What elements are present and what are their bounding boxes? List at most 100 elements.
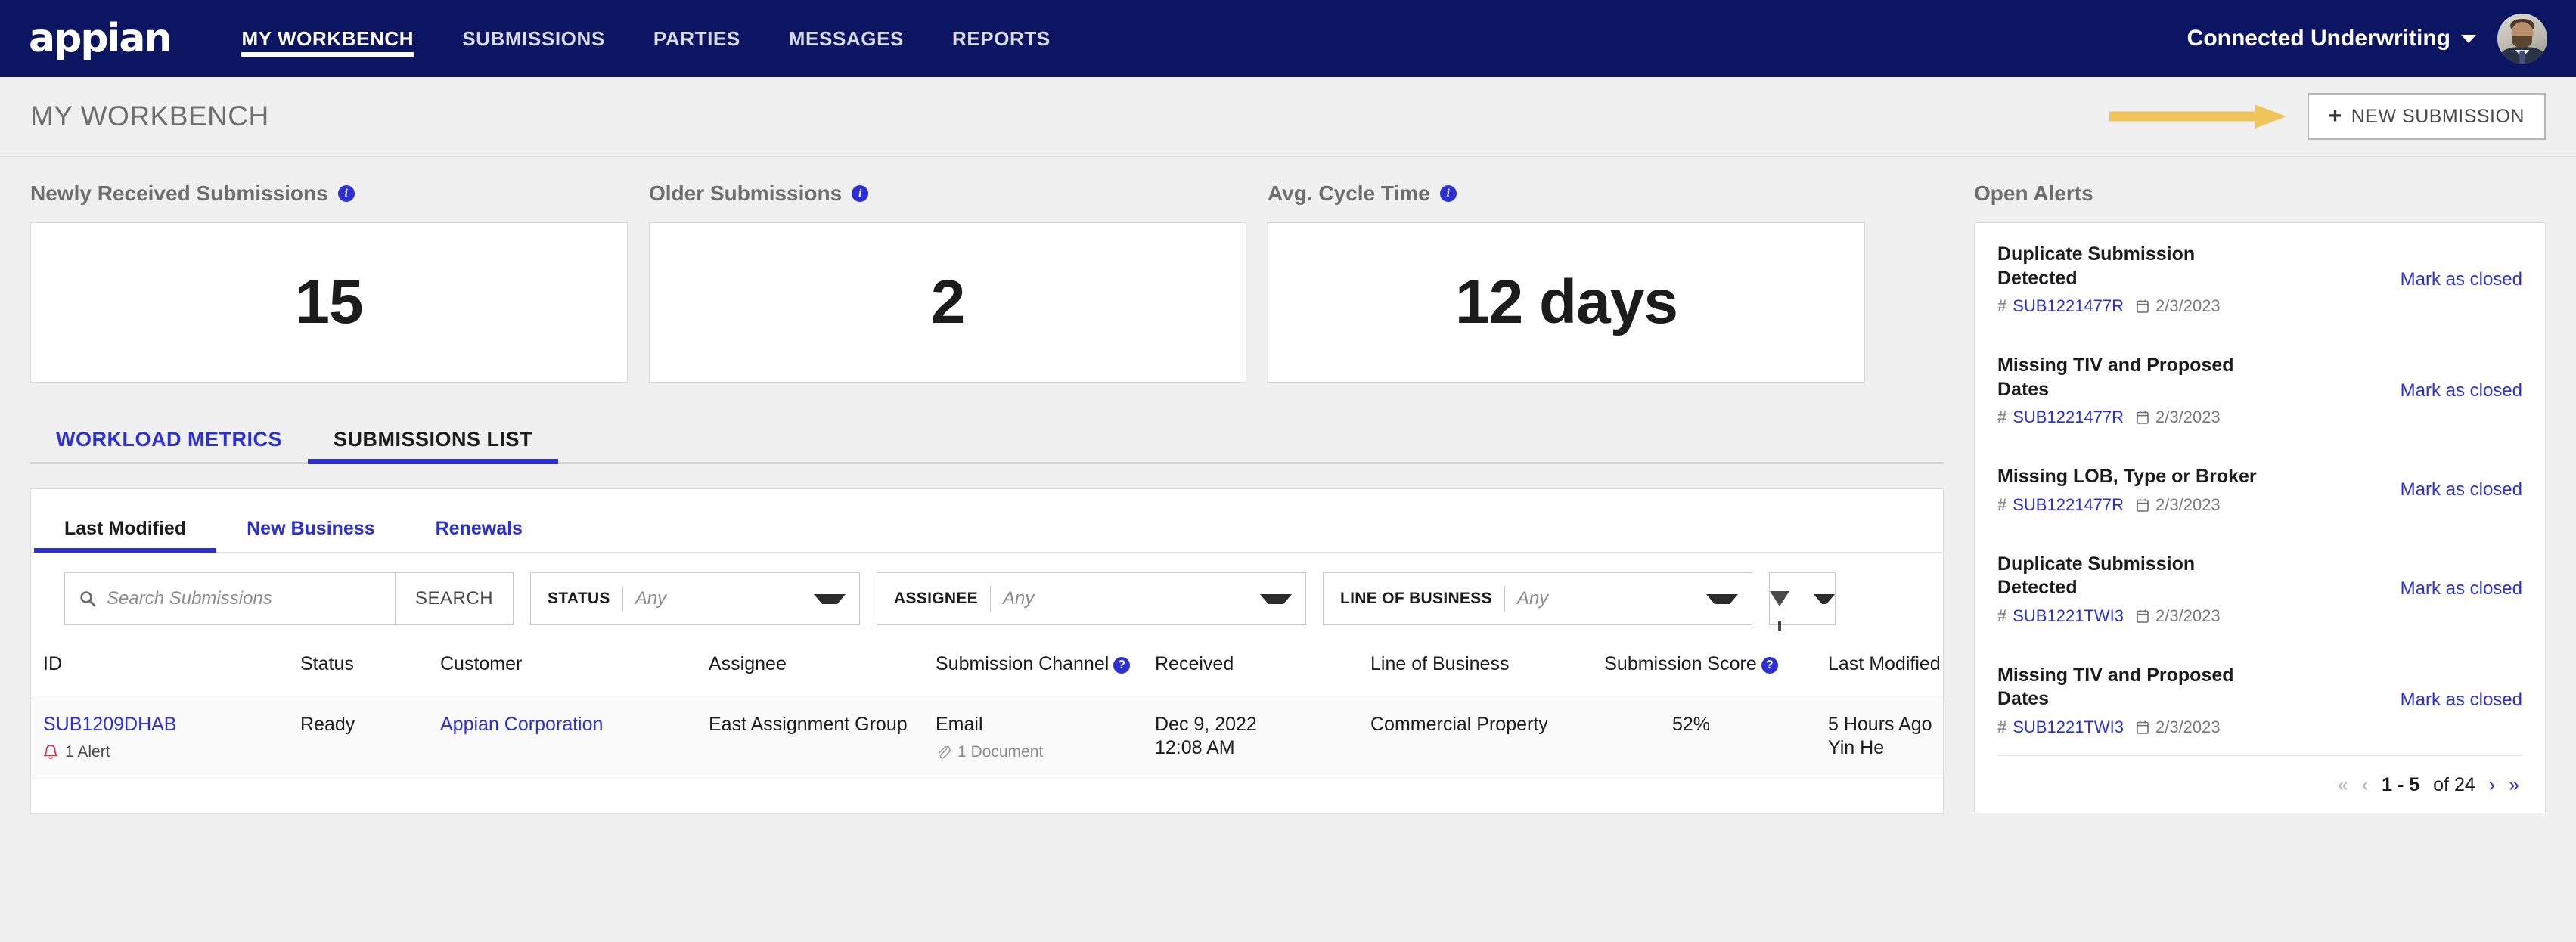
hash-icon: #	[1997, 606, 2007, 625]
assignee-filter-value: Any	[1002, 588, 1035, 609]
appian-logo[interactable]: appian	[29, 19, 172, 58]
main-nav-links: MY WORKBENCH SUBMISSIONS PARTIES MESSAGE…	[217, 0, 1074, 77]
alert-submission-link[interactable]: SUB1221477R	[2013, 495, 2124, 515]
info-icon[interactable]: i	[1439, 185, 1457, 202]
kpi-label-text: Older Submissions	[649, 181, 843, 205]
column-header-submission-score[interactable]: Submission Score?	[1566, 643, 1816, 696]
open-alerts-title: Open Alerts	[1974, 181, 2093, 205]
search-button[interactable]: SEARCH	[396, 572, 514, 625]
alert-list-item[interactable]: Duplicate Submission Detected # SUB1221T…	[1997, 533, 2522, 644]
alert-meta: # SUB1221TWI3 2/3/2023	[1997, 717, 2388, 737]
kpi-card-newly-received-submissions: Newly Received Submissions i 15	[30, 181, 628, 383]
tab-submissions-list[interactable]: SUBMISSIONS LIST	[307, 428, 559, 464]
bell-icon	[43, 745, 58, 759]
column-header-submission-channel[interactable]: Submission Channel?	[923, 643, 1143, 696]
column-header-line-of-business[interactable]: Line of Business	[1358, 643, 1566, 696]
hash-icon: #	[1997, 494, 2007, 514]
cell-received	[1143, 779, 1358, 813]
column-header-received[interactable]: Received	[1143, 643, 1358, 696]
cell-submission-score: 52%	[1566, 696, 1816, 779]
customer-link[interactable]: Appian Corporation	[440, 714, 603, 735]
mark-as-closed-link[interactable]: Mark as closed	[2401, 269, 2522, 290]
new-submission-button[interactable]: + NEW SUBMISSION	[2307, 93, 2546, 140]
column-header-last-modified[interactable]: ↓ Last Modified	[1816, 643, 1943, 696]
status-filter-dropdown[interactable]: STATUS Any	[530, 572, 861, 625]
nav-item-submissions[interactable]: SUBMISSIONS	[438, 0, 629, 77]
info-icon[interactable]: i	[852, 185, 869, 202]
alert-submission-link[interactable]: SUB1221TWI3	[2013, 606, 2124, 626]
line-of-business-filter-dropdown[interactable]: LINE OF BUSINESS Any	[1323, 572, 1753, 625]
org-switcher[interactable]: Connected Underwriting	[2187, 26, 2476, 51]
received-date: Dec 9, 2022	[1155, 713, 1257, 735]
alert-list-item[interactable]: Missing LOB, Type or Broker # SUB1221477…	[1997, 445, 2522, 533]
alert-date: 2/3/2023	[2155, 296, 2221, 315]
alert-list-item[interactable]: Missing TIV and Proposed Dates # SUB1221…	[1997, 334, 2522, 445]
alert-list-item[interactable]: Duplicate Submission Detected # SUB12214…	[1997, 223, 2522, 334]
page-body: Newly Received Submissions i 15 Older Su…	[0, 157, 2576, 814]
cell-submission-channel	[923, 779, 1143, 813]
alert-title: Missing LOB, Type or Broker	[1997, 466, 2257, 487]
alert-title: Duplicate Submission Detected	[1997, 553, 2196, 599]
line-of-business-filter-label: LINE OF BUSINESS	[1340, 590, 1492, 607]
divider	[622, 586, 623, 612]
annotation-arrow	[2109, 101, 2291, 132]
alert-title: Missing TIV and Proposed Dates	[1997, 355, 2234, 400]
cell-id	[31, 779, 288, 813]
alerts-pagination: « ‹ 1 - 5 of 24 › »	[1997, 756, 2522, 813]
search-input[interactable]: Search Submissions	[64, 572, 396, 625]
alert-submission-link[interactable]: SUB1221477R	[2013, 407, 2124, 427]
channel-name: Email	[936, 713, 983, 735]
alert-submission-link[interactable]: SUB1221TWI3	[2013, 717, 2124, 737]
info-icon[interactable]: i	[337, 185, 355, 202]
subtab-renewals[interactable]: Renewals	[405, 518, 553, 552]
kpi-label-older: Older Submissions i	[649, 181, 1246, 206]
filter-funnel-icon	[1770, 591, 1790, 631]
submissions-table: ID Status Customer Assignee Submission C…	[31, 643, 1943, 813]
column-header-customer[interactable]: Customer	[428, 643, 697, 696]
subtab-last-modified[interactable]: Last Modified	[34, 518, 217, 553]
alert-list-item[interactable]: Missing TIV and Proposed Dates # SUB1221…	[1997, 644, 2522, 755]
section-tabs: WORKLOAD METRICS SUBMISSIONS LIST	[30, 416, 1944, 464]
kpi-card-older-submissions: Older Submissions i 2	[649, 181, 1246, 383]
advanced-filter-button[interactable]	[1769, 572, 1836, 631]
column-header-id[interactable]: ID	[31, 643, 288, 696]
tab-workload-metrics[interactable]: WORKLOAD METRICS	[30, 428, 308, 462]
cell-customer	[428, 779, 697, 813]
nav-item-reports[interactable]: REPORTS	[928, 0, 1075, 77]
open-alerts-card: Duplicate Submission Detected # SUB12214…	[1974, 222, 2546, 813]
org-name-label: Connected Underwriting	[2186, 26, 2450, 51]
help-icon[interactable]: ?	[1113, 656, 1131, 674]
mark-as-closed-link[interactable]: Mark as closed	[2401, 689, 2522, 711]
pagination-last-button[interactable]: »	[2509, 774, 2519, 796]
alert-submission-link[interactable]: SUB1221477R	[2013, 296, 2124, 316]
cell-id: SUB1209DHAB 1 Alert	[31, 696, 288, 779]
column-header-status[interactable]: Status	[288, 643, 428, 696]
subtab-new-business[interactable]: New Business	[216, 518, 405, 552]
user-avatar[interactable]	[2497, 14, 2547, 64]
nav-item-my-workbench[interactable]: MY WORKBENCH	[217, 0, 438, 77]
mark-as-closed-link[interactable]: Mark as closed	[2401, 578, 2522, 600]
document-count: 1 Document	[936, 742, 1131, 762]
table-body: SUB1209DHAB 1 Alert Ready Appian Corpora…	[31, 696, 1943, 813]
alert-content: Missing LOB, Type or Broker # SUB1221477…	[1997, 465, 2401, 515]
cell-submission-channel: Email 1 Document	[923, 696, 1143, 779]
alert-meta: # SUB1221477R 2/3/2023	[1997, 407, 2388, 427]
submission-id-link[interactable]: SUB1209DHAB	[43, 713, 276, 736]
nav-item-messages[interactable]: MESSAGES	[765, 0, 928, 77]
alert-meta: # SUB1221TWI3 2/3/2023	[1997, 606, 2388, 626]
column-header-assignee[interactable]: Assignee	[697, 643, 923, 696]
kpi-label-newly-received: Newly Received Submissions i	[30, 181, 628, 206]
help-icon[interactable]: ?	[1761, 656, 1778, 674]
assignee-filter-label: ASSIGNEE	[894, 590, 978, 607]
chevron-down-icon	[1260, 593, 1293, 604]
mark-as-closed-link[interactable]: Mark as closed	[2401, 479, 2522, 500]
mark-as-closed-link[interactable]: Mark as closed	[2401, 380, 2522, 401]
hash-icon: #	[1997, 296, 2007, 315]
nav-item-parties[interactable]: PARTIES	[629, 0, 765, 77]
assignee-filter-dropdown[interactable]: ASSIGNEE Any	[877, 572, 1307, 625]
table-row[interactable]: SUB1209DHAB 1 Alert Ready Appian Corpora…	[31, 696, 1943, 779]
table-row[interactable]	[31, 779, 1943, 813]
pagination-next-button[interactable]: ›	[2489, 774, 2495, 796]
submissions-subtabs: Last Modified New Business Renewals	[31, 489, 1943, 553]
chevron-down-icon	[1814, 593, 1836, 604]
